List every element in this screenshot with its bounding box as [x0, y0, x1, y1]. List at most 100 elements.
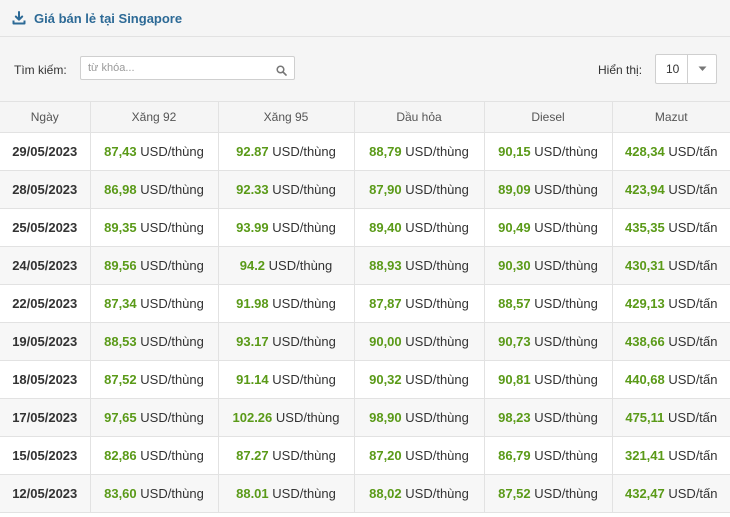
price-unit: USD/thùng [534, 486, 598, 501]
price-unit: USD/tấn [668, 144, 718, 159]
price-unit: USD/thùng [272, 448, 336, 463]
price-cell: 89,35 USD/thùng [90, 208, 219, 247]
price-cell: 86,98 USD/thùng [90, 170, 219, 209]
price-cell: 89,40 USD/thùng [354, 208, 485, 247]
price-unit: USD/thùng [534, 448, 598, 463]
date-cell: 19/05/2023 [0, 322, 91, 361]
price-cell: 87.27 USD/thùng [218, 436, 355, 475]
price-unit: USD/thùng [405, 258, 469, 273]
column-header[interactable]: Mazut [612, 101, 730, 133]
price-unit: USD/thùng [275, 410, 340, 425]
price-unit: USD/tấn [668, 372, 718, 387]
price-value: 88,57 [498, 296, 531, 311]
search-input[interactable] [81, 57, 268, 79]
price-value: 87,90 [369, 182, 402, 197]
price-unit: USD/tấn [668, 334, 718, 349]
price-value: 93.17 [236, 334, 269, 349]
date-cell: 18/05/2023 [0, 360, 91, 399]
price-value: 87.27 [236, 448, 269, 463]
column-header[interactable]: Xăng 95 [218, 101, 355, 133]
price-cell: 89,09 USD/thùng [484, 170, 613, 209]
price-unit: USD/thùng [405, 182, 469, 197]
search-box[interactable] [80, 56, 295, 80]
caret-down-icon[interactable] [687, 55, 716, 83]
price-cell: 90,73 USD/thùng [484, 322, 613, 361]
price-cell: 87,87 USD/thùng [354, 284, 485, 323]
price-cell: 88,93 USD/thùng [354, 246, 485, 285]
price-cell: 86,79 USD/thùng [484, 436, 613, 475]
price-unit: USD/thùng [405, 296, 469, 311]
price-unit: USD/tấn [668, 220, 718, 235]
price-unit: USD/thùng [272, 144, 336, 159]
price-value: 91.14 [236, 372, 269, 387]
page-size-select[interactable]: 10 [655, 54, 717, 84]
search-label: Tìm kiếm: [14, 63, 67, 77]
price-unit: USD/thùng [140, 296, 204, 311]
price-unit: USD/thùng [140, 334, 204, 349]
price-cell: 88,79 USD/thùng [354, 132, 485, 171]
price-cell: 475,11 USD/tấn [612, 398, 730, 437]
date-cell: 22/05/2023 [0, 284, 91, 323]
price-cell: 88,02 USD/thùng [354, 474, 485, 513]
price-unit: USD/tấn [668, 448, 718, 463]
price-table: Ngày Xăng 92 Xăng 95 Dầu hỏa Diesel Mazut 29/… [0, 101, 730, 513]
price-cell: 92.33 USD/thùng [218, 170, 355, 209]
price-unit: USD/thùng [272, 182, 336, 197]
table-row: 24/05/2023 89,56 USD/thùng 94.2 USD/thùng 8… [0, 246, 730, 285]
price-cell: 432,47 USD/tấn [612, 474, 730, 513]
panel-title: Giá bán lẻ tại Singapore [34, 10, 183, 26]
column-header[interactable]: Xăng 92 [90, 101, 219, 133]
price-value: 86,79 [498, 448, 531, 463]
price-cell: 91.98 USD/thùng [218, 284, 355, 323]
price-cell: 429,13 USD/tấn [612, 284, 730, 323]
price-value: 88,93 [369, 258, 402, 273]
price-unit: USD/thùng [405, 372, 469, 387]
column-header[interactable]: Dầu hỏa [354, 101, 485, 133]
panel-header: Giá bán lẻ tại Singapore [0, 0, 730, 37]
price-value: 430,31 [624, 258, 665, 273]
price-unit: USD/thùng [140, 372, 204, 387]
price-value: 90,49 [498, 220, 531, 235]
price-unit: USD/tấn [668, 258, 718, 273]
price-cell: 92.87 USD/thùng [218, 132, 355, 171]
table-row: 29/05/2023 87,43 USD/thùng 92.87 USD/thùng… [0, 132, 730, 171]
price-cell: 93.17 USD/thùng [218, 322, 355, 361]
price-value: 102.26 [232, 410, 273, 425]
date-cell: 17/05/2023 [0, 398, 91, 437]
price-unit: USD/thùng [534, 372, 598, 387]
table-row: 18/05/2023 87,52 USD/thùng 91.14 USD/thùng… [0, 360, 730, 399]
price-value: 435,35 [624, 220, 665, 235]
price-unit: USD/tấn [668, 410, 718, 425]
price-value: 97,65 [104, 410, 137, 425]
price-cell: 102.26 USD/thùng [218, 398, 355, 437]
price-cell: 98,90 USD/thùng [354, 398, 485, 437]
table-row: 12/05/2023 83,60 USD/thùng 88.01 USD/thùng… [0, 474, 730, 513]
price-value: 423,94 [624, 182, 665, 197]
price-unit: USD/thùng [405, 144, 469, 159]
price-cell: 321,41 USD/tấn [612, 436, 730, 475]
price-value: 87,87 [369, 296, 402, 311]
price-cell: 430,31 USD/tấn [612, 246, 730, 285]
price-value: 98,23 [498, 410, 531, 425]
download-icon[interactable] [12, 11, 26, 25]
price-unit: USD/thùng [534, 410, 598, 425]
price-value: 83,60 [104, 486, 137, 501]
column-header[interactable]: Ngày [0, 101, 91, 133]
price-unit: USD/thùng [272, 296, 336, 311]
column-header[interactable]: Diesel [484, 101, 613, 133]
price-cell: 440,68 USD/tấn [612, 360, 730, 399]
price-unit: USD/thùng [534, 296, 598, 311]
search-icon[interactable] [276, 63, 287, 76]
price-value: 92.33 [236, 182, 269, 197]
date-cell: 28/05/2023 [0, 170, 91, 209]
price-value: 82,86 [104, 448, 137, 463]
price-cell: 428,34 USD/tấn [612, 132, 730, 171]
price-value: 94.2 [239, 258, 266, 273]
table-toolbar: Tìm kiếm: Hiển thị: 10 [0, 37, 730, 101]
page-size-value: 10 [666, 62, 680, 76]
price-cell: 83,60 USD/thùng [90, 474, 219, 513]
price-value: 440,68 [624, 372, 665, 387]
price-cell: 90,81 USD/thùng [484, 360, 613, 399]
price-value: 93.99 [236, 220, 269, 235]
price-unit: USD/thùng [534, 144, 598, 159]
